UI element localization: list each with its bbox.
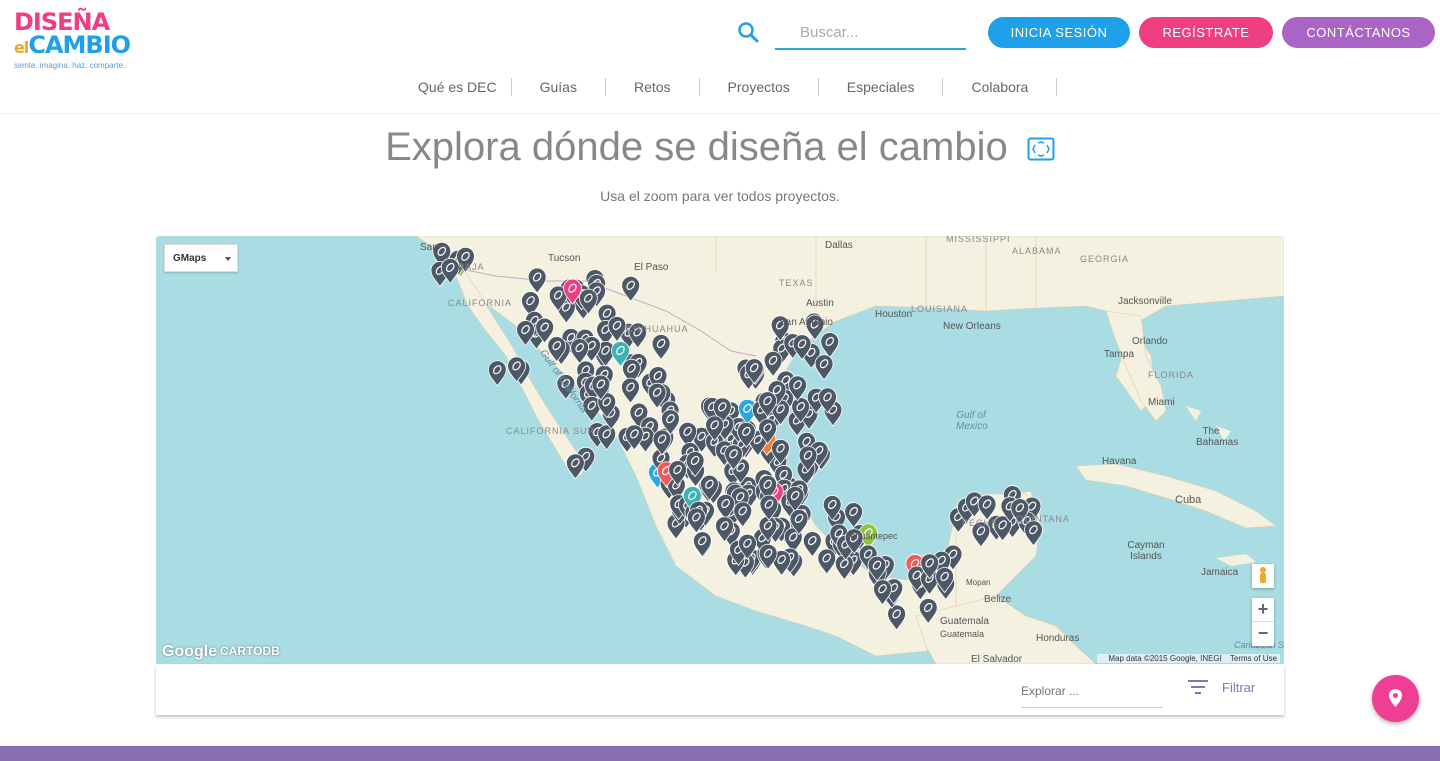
- map-label-florida: FLORIDA: [1148, 370, 1195, 380]
- logo[interactable]: DISEÑA elCAMBIO siente. imagina. haz. co…: [14, 10, 144, 70]
- footer-band: [0, 746, 1440, 761]
- contact-button[interactable]: CONTÁCTANOS: [1282, 17, 1435, 48]
- map-label-california-sur: CALIFORNIA SUR: [506, 426, 596, 436]
- map-label-chihuahua: CHIHUAHUA: [626, 324, 689, 334]
- map-label-guatemala: Guatemala: [940, 616, 989, 627]
- map-label-georgia: GEORGIA: [1080, 254, 1130, 264]
- map-label-mopan: Mopan: [966, 578, 991, 587]
- map-markers[interactable]: [156, 236, 1284, 664]
- map-label-mississippi: MISSISSIPPI: [946, 236, 1011, 244]
- map-label-louisiana: LOUISIANA: [911, 304, 969, 314]
- logo-tagline: siente. imagina. haz. comparte.: [14, 61, 126, 70]
- map-label-tehuantepec: Tehuantepec: [846, 531, 898, 541]
- map-label-alabama: ALABAMA: [1012, 246, 1062, 256]
- project-marker[interactable]: [487, 360, 507, 387]
- project-marker[interactable]: [565, 453, 585, 480]
- explore-input[interactable]: [1021, 674, 1163, 708]
- site-header: DISEÑA elCAMBIO siente. imagina. haz. co…: [0, 0, 1440, 114]
- project-marker[interactable]: [763, 350, 783, 378]
- logo-line2: elCAMBIO: [14, 31, 131, 59]
- project-marker[interactable]: [621, 377, 640, 404]
- map-label-quintana: QUINTANA: [1016, 514, 1070, 524]
- zoom-controls: + −: [1252, 598, 1274, 646]
- map-label-havana: Havana: [1102, 456, 1137, 467]
- map-label-texas: TEXAS: [779, 278, 814, 288]
- map-label-jacksonville: Jacksonville: [1118, 296, 1172, 307]
- nav-item-guias[interactable]: Guías: [540, 78, 606, 96]
- filter-icon[interactable]: [1187, 678, 1209, 696]
- map-label-honduras: Honduras: [1036, 633, 1080, 644]
- search-icon[interactable]: [736, 20, 760, 44]
- map-layer-select[interactable]: GMaps: [164, 244, 238, 272]
- project-marker[interactable]: [621, 275, 641, 303]
- chevron-down-icon: [225, 257, 231, 261]
- map-label-san: San: [420, 242, 438, 253]
- nav-item-que-es-dec[interactable]: Qué es DEC: [400, 78, 512, 96]
- map-label-houston: Houston: [875, 309, 913, 320]
- search-input[interactable]: [775, 16, 966, 50]
- location-pin-icon: [1389, 689, 1402, 707]
- google-logo[interactable]: Google: [162, 643, 217, 661]
- pegman-icon: [1260, 567, 1266, 583]
- project-marker[interactable]: [844, 502, 864, 529]
- project-marker[interactable]: [814, 354, 834, 381]
- terms-of-use-link[interactable]: Terms of Use: [1230, 654, 1277, 663]
- project-marker[interactable]: [918, 598, 938, 625]
- map-label-gulf-mexico: Gulf of Mexico: [956, 410, 988, 432]
- nav-item-retos[interactable]: Retos: [634, 78, 700, 96]
- map-layer-select-label: GMaps: [173, 253, 207, 264]
- register-button[interactable]: REGÍSTRATE: [1139, 17, 1273, 48]
- fullscreen-icon[interactable]: [1027, 137, 1055, 161]
- map-label-cayman: Cayman Islands: [1127, 540, 1165, 562]
- nav-item-especiales[interactable]: Especiales: [847, 78, 944, 96]
- map-label-cuba: Cuba: [1175, 494, 1202, 506]
- zoom-out-button[interactable]: −: [1252, 622, 1274, 646]
- project-marker[interactable]: [820, 332, 840, 359]
- map-data-credit: Map data ©2015 Google, INEGI: [1108, 654, 1222, 663]
- project-marker[interactable]: [1024, 520, 1043, 547]
- map-label-jamaica: Jamaica: [1201, 567, 1239, 578]
- page-title: Explora dónde se diseña el cambio: [0, 125, 1440, 170]
- map-label-dallas: Dallas: [825, 240, 853, 251]
- map-label-belize: Belize: [984, 594, 1012, 605]
- filter-button[interactable]: Filtrar: [1222, 680, 1255, 695]
- project-marker[interactable]: [802, 531, 822, 558]
- project-marker[interactable]: [527, 267, 547, 294]
- map-label-guatemala-city: Guatemala: [940, 629, 985, 639]
- map-attribution: Map data ©2015 Google, INEGI Terms of Use: [1097, 654, 1280, 663]
- street-view-pegman-icon[interactable]: [1252, 564, 1274, 588]
- map-filter-bar: Filtrar: [156, 664, 1284, 715]
- map-label-orlando: Orlando: [1132, 336, 1168, 347]
- cartodb-logo[interactable]: CARTODB: [220, 644, 280, 658]
- project-marker[interactable]: [597, 424, 617, 451]
- map-label-austin: Austin: [806, 298, 834, 309]
- map-label-el-salvador: El Salvador: [971, 654, 1023, 664]
- map-label-tampa: Tampa: [1104, 349, 1135, 360]
- map-label-san-antonio: San Antonio: [779, 317, 833, 328]
- map-label-el-paso: El Paso: [634, 262, 669, 273]
- main-nav: Qué es DEC Guías Retos Proyectos Especia…: [400, 78, 1085, 98]
- nav-item-proyectos[interactable]: Proyectos: [728, 78, 819, 96]
- project-marker[interactable]: [651, 334, 671, 361]
- project-marker[interactable]: [887, 604, 907, 631]
- location-fab-button[interactable]: [1372, 675, 1419, 722]
- map-label-miami: Miami: [1148, 397, 1175, 408]
- map-label-new-orleans: New Orleans: [943, 321, 1001, 332]
- login-button[interactable]: INICIA SESIÓN: [988, 17, 1130, 48]
- project-marker[interactable]: [692, 531, 712, 558]
- map-label-baja-california: CALIFORNIA: [448, 298, 513, 308]
- project-marker[interactable]: [817, 548, 837, 575]
- map-label-baja: BAJA: [458, 262, 485, 272]
- map-label-bahamas: The Bahamas: [1196, 426, 1239, 448]
- project-marker[interactable]: [570, 338, 590, 365]
- page-title-text: Explora dónde se diseña el cambio: [385, 125, 1008, 169]
- map-label-tucson: Tucson: [548, 253, 581, 264]
- nav-item-colabora[interactable]: Colabora: [971, 78, 1058, 96]
- page-subtitle: Usa el zoom para ver todos proyectos.: [600, 188, 840, 204]
- zoom-in-button[interactable]: +: [1252, 598, 1274, 622]
- project-map[interactable]: GMaps San Tucson El Paso Dallas MISSISSI…: [156, 236, 1284, 664]
- map-label-campeche: PECHE: [962, 518, 999, 528]
